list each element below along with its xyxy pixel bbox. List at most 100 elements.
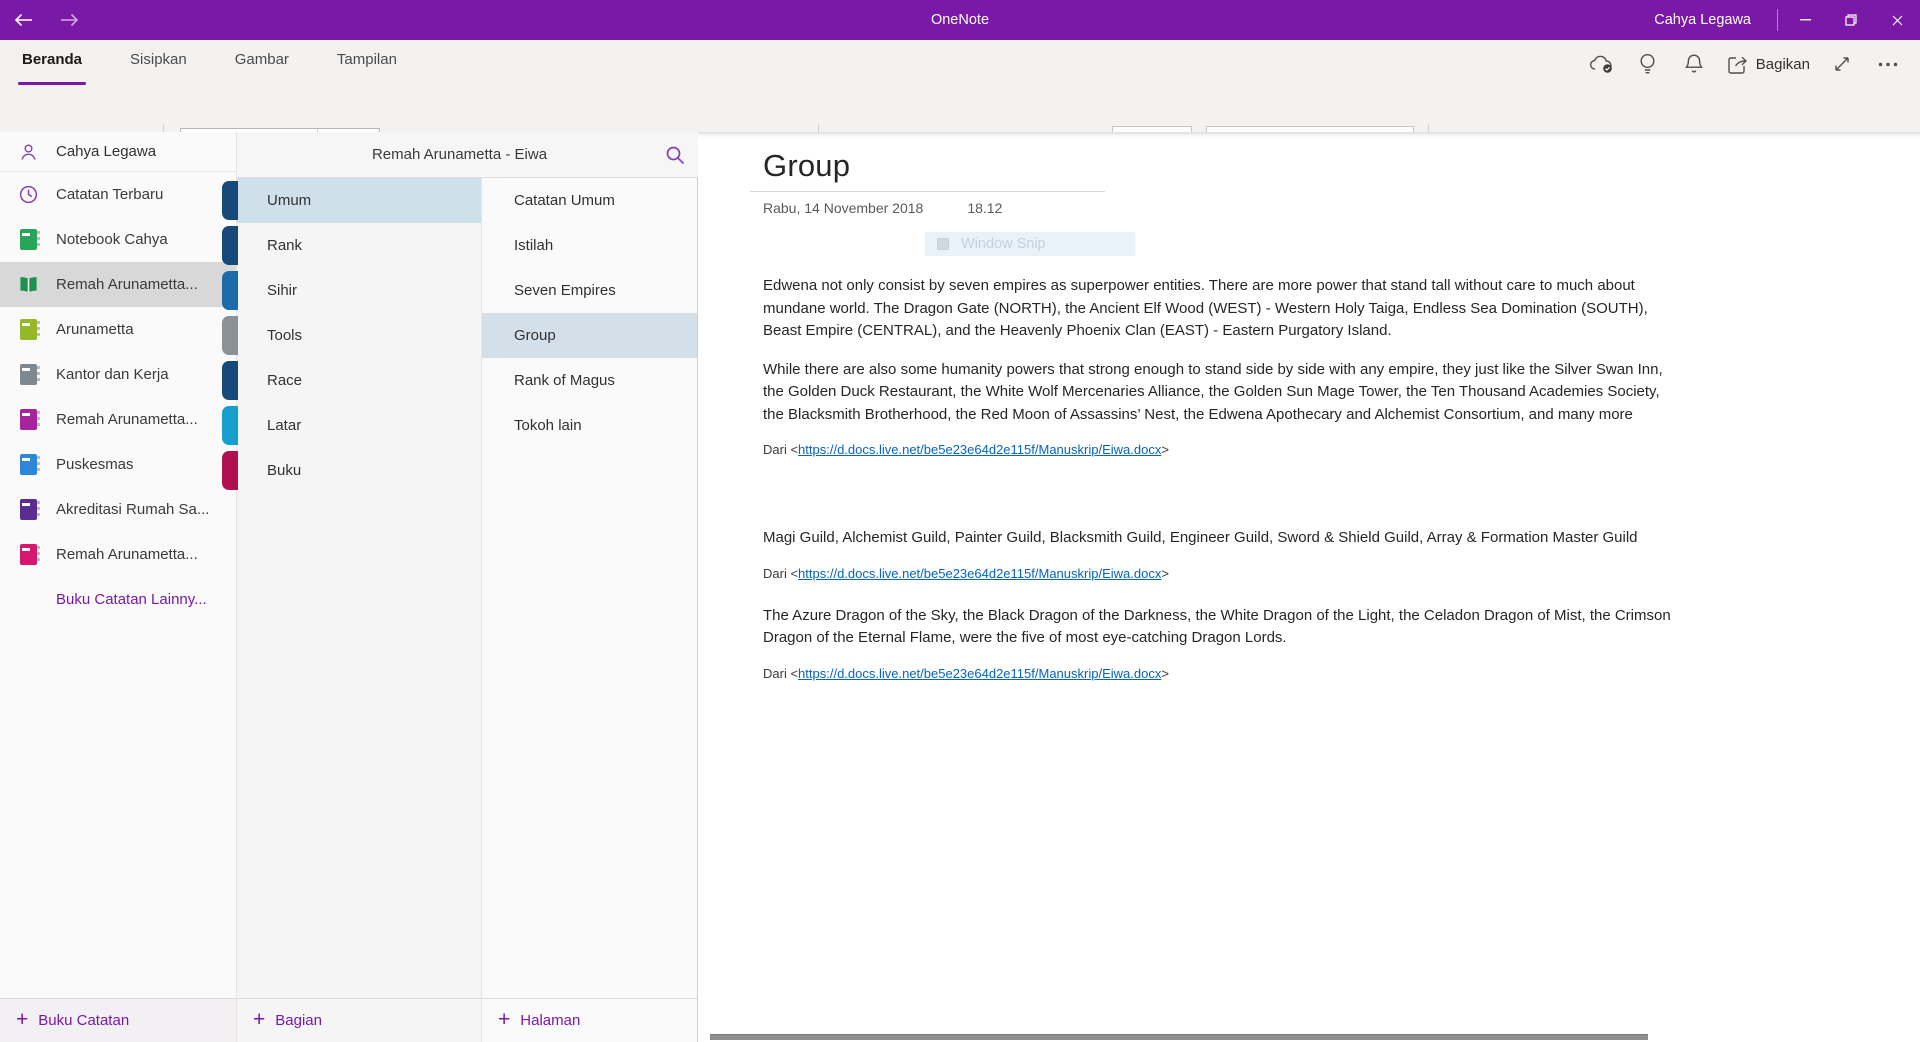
- ribbon-tabs: Beranda Sisipkan Gambar Tampilan: [20, 48, 399, 78]
- source-line: Dari <https://d.docs.live.net/be5e23e64d…: [763, 566, 1678, 581]
- section-race[interactable]: Race: [237, 358, 481, 403]
- add-notebook-button[interactable]: + Buku Catatan: [0, 998, 236, 1042]
- ellipsis-icon: [1878, 62, 1898, 67]
- page-catatan-umum[interactable]: Catatan Umum: [482, 178, 697, 223]
- source-prefix: Dari <: [763, 566, 798, 581]
- close-icon: [1892, 15, 1903, 26]
- sidebar-item-label: Remah Arunametta...: [56, 276, 198, 293]
- minimize-button[interactable]: [1782, 0, 1828, 40]
- notebook-icon: [14, 319, 42, 340]
- section-color-tab: [222, 361, 238, 400]
- tab-gambar[interactable]: Gambar: [233, 48, 291, 78]
- source-prefix: Dari <: [763, 442, 798, 457]
- source-link[interactable]: https://d.docs.live.net/be5e23e64d2e115f…: [798, 442, 1161, 457]
- sidebar-item-label: Remah Arunametta...: [56, 546, 198, 563]
- tell-me-button[interactable]: [1630, 49, 1666, 79]
- sidebar-item-remah-arunametta[interactable]: Remah Arunametta...: [0, 262, 236, 307]
- section-color-tab: [222, 271, 238, 310]
- share-button[interactable]: Bagikan: [1722, 54, 1814, 75]
- paragraph[interactable]: While there are also some humanity power…: [763, 359, 1678, 427]
- notebook-icon: [14, 499, 42, 520]
- page-list: Catatan UmumIstilahSeven EmpiresGroupRan…: [482, 178, 697, 998]
- window-snip-placeholder[interactable]: Window Snip: [925, 232, 1135, 256]
- more-options-button[interactable]: [1870, 49, 1906, 79]
- add-section-button[interactable]: + Bagian: [237, 998, 481, 1042]
- share-label: Bagikan: [1756, 56, 1810, 73]
- clock-icon: [14, 184, 42, 205]
- notebook-icon: [14, 409, 42, 430]
- section-label: Latar: [267, 417, 301, 434]
- sync-status-button[interactable]: [1584, 49, 1620, 79]
- sidebar-item-catatan-terbaru[interactable]: Catatan Terbaru: [0, 172, 236, 217]
- close-button[interactable]: [1874, 0, 1920, 40]
- page-content: Group Rabu, 14 November 2018 18.12 Windo…: [698, 132, 1920, 1042]
- source-link[interactable]: https://d.docs.live.net/be5e23e64d2e115f…: [798, 566, 1161, 581]
- paragraph[interactable]: Edwena not only consist by seven empires…: [763, 275, 1678, 343]
- title-rule: [750, 191, 1105, 192]
- section-tools[interactable]: Tools: [237, 313, 481, 358]
- sidebar-item-notebook-cahya[interactable]: Notebook Cahya: [0, 217, 236, 262]
- tab-beranda[interactable]: Beranda: [20, 48, 84, 78]
- notebook-icon: [14, 544, 42, 565]
- horizontal-scrollbar-thumb[interactable]: [710, 1034, 1648, 1040]
- fullscreen-button[interactable]: [1824, 49, 1860, 79]
- back-button[interactable]: [0, 0, 46, 40]
- app-title: OneNote: [0, 0, 1920, 40]
- ribbon: Beranda Sisipkan Gambar Tampilan: [0, 40, 1920, 132]
- open-book-icon: [14, 275, 42, 295]
- notebook-icon: [14, 229, 42, 250]
- section-umum[interactable]: Umum: [237, 178, 481, 223]
- source-suffix: >: [1161, 566, 1169, 581]
- sidebar-item-remah-arunametta[interactable]: Remah Arunametta...: [0, 532, 236, 577]
- sidebar-item-kantor-dan-kerja[interactable]: Kantor dan Kerja: [0, 352, 236, 397]
- sidebar-item-label: Kantor dan Kerja: [56, 366, 169, 383]
- source-link[interactable]: https://d.docs.live.net/be5e23e64d2e115f…: [798, 666, 1161, 681]
- sidebar-item-puskesmas[interactable]: Puskesmas: [0, 442, 236, 487]
- sidebar-item-remah-arunametta[interactable]: Remah Arunametta...: [0, 397, 236, 442]
- section-label: Sihir: [267, 282, 297, 299]
- section-rank[interactable]: Rank: [237, 223, 481, 268]
- forward-button[interactable]: [46, 0, 92, 40]
- tab-sisipkan[interactable]: Sisipkan: [128, 48, 189, 78]
- account-name: Cahya Legawa: [56, 143, 156, 160]
- tab-tampilan[interactable]: Tampilan: [335, 48, 399, 78]
- paragraph[interactable]: The Azure Dragon of the Sky, the Black D…: [763, 605, 1678, 650]
- titlebar-user-name: Cahya Legawa: [1654, 12, 1751, 28]
- page-seven-empires[interactable]: Seven Empires: [482, 268, 697, 313]
- sidebar-item-arunametta[interactable]: Arunametta: [0, 307, 236, 352]
- page-canvas[interactable]: Group Rabu, 14 November 2018 18.12 Windo…: [698, 132, 1920, 1032]
- section-label: Umum: [267, 192, 311, 209]
- restore-button[interactable]: [1828, 0, 1874, 40]
- account-row[interactable]: Cahya Legawa: [0, 132, 236, 172]
- search-icon: [665, 145, 685, 165]
- page-group[interactable]: Group: [482, 313, 697, 358]
- section-sihir[interactable]: Sihir: [237, 268, 481, 313]
- notebook-list: Catatan TerbaruNotebook Cahya Remah Aruna…: [0, 172, 236, 577]
- pages-panel: Catatan UmumIstilahSeven EmpiresGroupRan…: [482, 132, 698, 1042]
- notebook-icon: [14, 454, 42, 475]
- page-tokoh-lain[interactable]: Tokoh lain: [482, 403, 697, 448]
- notifications-button[interactable]: [1676, 49, 1712, 79]
- section-color-tab: [222, 226, 238, 265]
- page-title[interactable]: Group: [763, 148, 1920, 184]
- plus-icon: +: [16, 1009, 28, 1030]
- snip-label: Window Snip: [961, 236, 1046, 252]
- search-button[interactable]: [652, 132, 698, 178]
- add-page-button[interactable]: + Halaman: [482, 998, 697, 1042]
- section-latar[interactable]: Latar: [237, 403, 481, 448]
- section-label: Rank: [267, 237, 302, 254]
- lightbulb-icon: [1639, 53, 1656, 76]
- page-istilah[interactable]: Istilah: [482, 223, 697, 268]
- sidebar-item-akreditasi-rumah-sa[interactable]: Akreditasi Rumah Sa...: [0, 487, 236, 532]
- restore-icon: [1845, 14, 1857, 26]
- section-buku[interactable]: Buku: [237, 448, 481, 493]
- snip-icon: [937, 238, 949, 250]
- section-label: Buku: [267, 462, 301, 479]
- paragraph[interactable]: Magi Guild, Alchemist Guild, Painter Gui…: [763, 527, 1678, 550]
- more-notebooks-link[interactable]: Buku Catatan Lainny...: [0, 577, 236, 622]
- page-rank-of-magus[interactable]: Rank of Magus: [482, 358, 697, 403]
- content-blocks: Edwena not only consist by seven empires…: [763, 275, 1678, 681]
- source-line: Dari <https://d.docs.live.net/be5e23e64d…: [763, 666, 1678, 681]
- sidebar-item-label: Puskesmas: [56, 456, 134, 473]
- section-list: Umum Rank Sihir ToolsRace Latar Buku: [237, 178, 481, 998]
